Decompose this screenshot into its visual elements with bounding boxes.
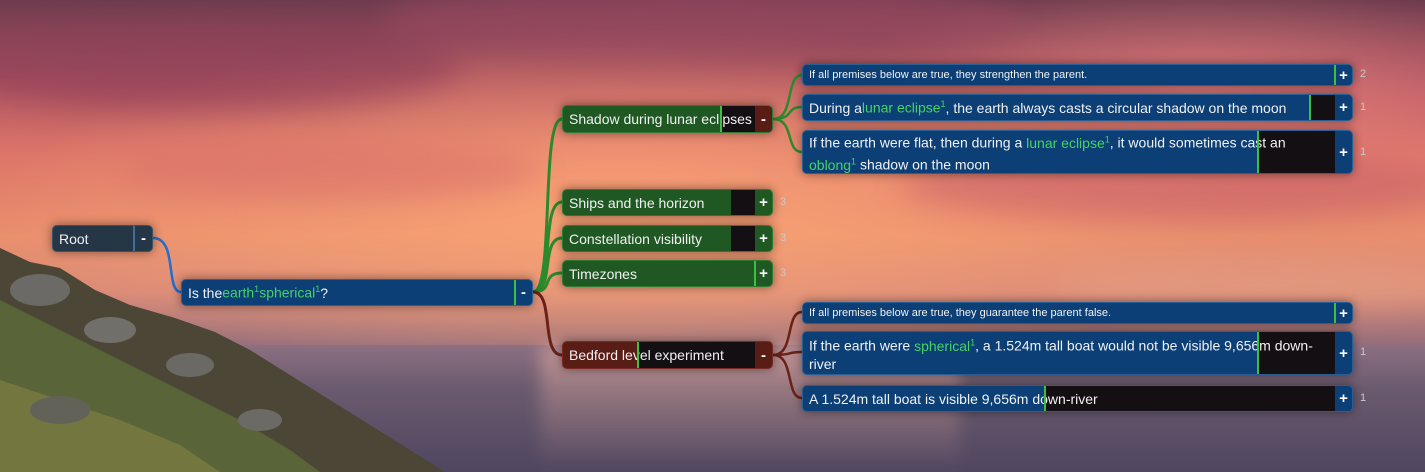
premise-group-header-guarantee-false[interactable]: If all premises below are true, they gua… bbox=[802, 302, 1353, 324]
child-count: 2 bbox=[1360, 68, 1367, 80]
child-count: 3 bbox=[780, 267, 787, 279]
premise-node-boat-not-visible[interactable]: If the earth were spherical1, a 1.524m t… bbox=[802, 331, 1353, 375]
collapse-toggle[interactable]: - bbox=[135, 226, 152, 251]
expand-toggle[interactable]: + bbox=[1335, 95, 1352, 120]
child-count: 1 bbox=[1360, 346, 1367, 358]
support-node-timezones[interactable]: Timezones + bbox=[562, 260, 773, 287]
expand-toggle[interactable]: + bbox=[1335, 303, 1352, 323]
support-node-constellation[interactable]: Constellation visibility + bbox=[562, 225, 773, 252]
keyword-oblong[interactable]: oblong1 bbox=[809, 156, 856, 173]
child-count: 3 bbox=[780, 196, 787, 208]
expand-toggle[interactable]: + bbox=[1335, 386, 1352, 411]
root-label: Root bbox=[59, 230, 89, 247]
support-node-ships[interactable]: Ships and the horizon + bbox=[562, 189, 773, 216]
expand-toggle[interactable]: + bbox=[1335, 65, 1352, 85]
premise-node-oblong-shadow[interactable]: If the earth were flat, then during a lu… bbox=[802, 130, 1353, 174]
root-node[interactable]: Root - bbox=[52, 225, 153, 252]
expand-toggle[interactable]: + bbox=[755, 190, 772, 215]
support-label: Ships and the horizon bbox=[569, 194, 705, 211]
support-label: Constellation visibility bbox=[569, 230, 703, 247]
group-header-label: If all premises below are true, they str… bbox=[809, 69, 1088, 81]
premise-text: If the earth were spherical1, a 1.524m t… bbox=[809, 337, 1313, 372]
collapse-toggle[interactable]: - bbox=[755, 106, 772, 132]
premise-node-circular-shadow[interactable]: During a lunar eclipse1, the earth alway… bbox=[802, 94, 1353, 121]
premise-group-header-strengthen[interactable]: If all premises below are true, they str… bbox=[802, 64, 1353, 86]
oppose-node-bedford[interactable]: Bedford level experiment - bbox=[562, 341, 773, 369]
premise-node-boat-visible[interactable]: A 1.524m tall boat is visible 9,656m dow… bbox=[802, 385, 1353, 412]
expand-toggle[interactable]: + bbox=[1335, 131, 1352, 173]
child-count: 1 bbox=[1360, 392, 1367, 404]
expand-toggle[interactable]: + bbox=[755, 226, 772, 251]
question-node[interactable]: Is the earth1 spherical1? - bbox=[181, 279, 533, 306]
keyword-earth[interactable]: earth1 bbox=[222, 284, 259, 301]
child-count: 1 bbox=[1360, 101, 1367, 113]
expand-toggle[interactable]: + bbox=[1335, 332, 1352, 374]
support-label: Timezones bbox=[569, 265, 637, 282]
premise-text: During a lunar eclipse1, the earth alway… bbox=[809, 99, 1287, 116]
keyword-lunar-eclipse[interactable]: lunar eclipse1 bbox=[862, 99, 946, 116]
support-node-shadow[interactable]: Shadow during lunar eclipses - bbox=[562, 105, 773, 133]
premise-text: If the earth were flat, then during a lu… bbox=[809, 134, 1286, 173]
child-count: 3 bbox=[780, 232, 787, 244]
child-count: 1 bbox=[1360, 146, 1367, 158]
support-label: Shadow during lunar eclipses bbox=[569, 111, 752, 127]
collapse-toggle[interactable]: - bbox=[755, 342, 772, 368]
keyword-spherical[interactable]: spherical1 bbox=[914, 337, 975, 354]
group-header-label: If all premises below are true, they gua… bbox=[809, 307, 1112, 319]
keyword-spherical[interactable]: spherical1 bbox=[259, 284, 320, 301]
expand-toggle[interactable]: + bbox=[755, 261, 772, 286]
keyword-lunar-eclipse[interactable]: lunar eclipse1 bbox=[1026, 134, 1110, 151]
collapse-toggle[interactable]: - bbox=[515, 280, 532, 305]
oppose-label: Bedford level experiment bbox=[569, 347, 724, 363]
question-text: Is the earth1 spherical1? bbox=[188, 284, 329, 301]
premise-text: A 1.524m tall boat is visible 9,656m dow… bbox=[809, 390, 1098, 407]
